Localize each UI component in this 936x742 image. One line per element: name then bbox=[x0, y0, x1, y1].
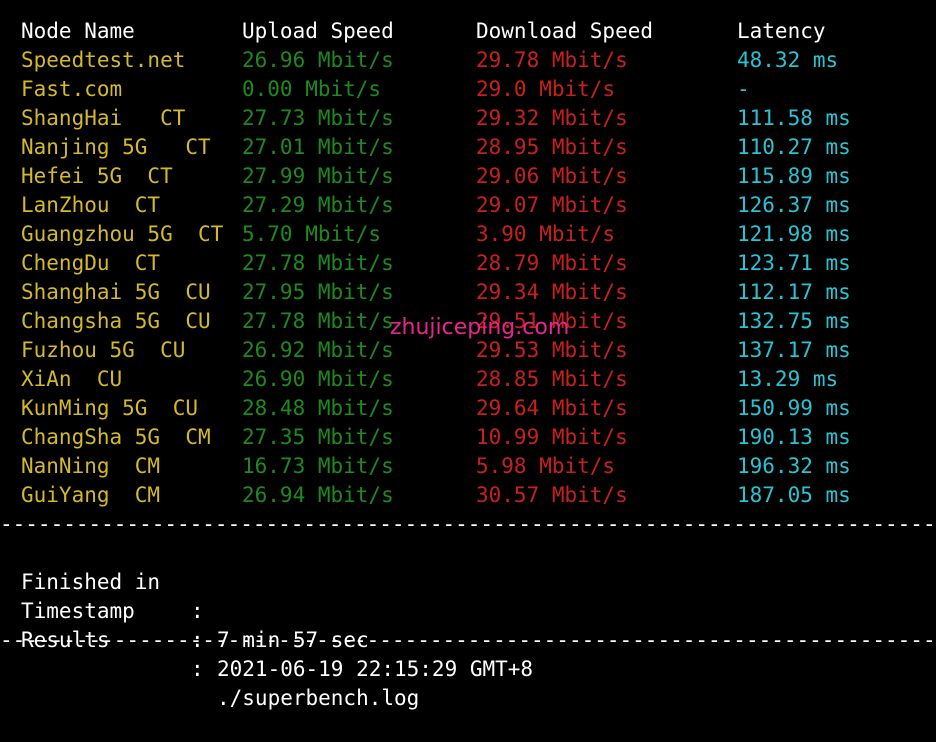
upload-speed-cell: 16.73 Mbit/s bbox=[242, 454, 394, 478]
download-speed-cell: 29.53 Mbit/s bbox=[476, 338, 628, 362]
results-separator: : bbox=[191, 657, 204, 681]
node-name-cell: Guangzhou 5G CT bbox=[21, 222, 224, 246]
node-name-cell: Hefei 5G CT bbox=[21, 164, 173, 188]
download-speed-cell: 29.32 Mbit/s bbox=[476, 106, 628, 130]
download-speed-cell: 30.57 Mbit/s bbox=[476, 483, 628, 507]
upload-speed-cell: 27.78 Mbit/s bbox=[242, 251, 394, 275]
latency-cell: 111.58 ms bbox=[737, 106, 851, 130]
node-name-cell: ChangSha 5G CM bbox=[21, 425, 211, 449]
node-name-cell: ShangHai CT bbox=[21, 106, 186, 130]
download-speed-cell: 28.79 Mbit/s bbox=[476, 251, 628, 275]
node-name-cell: Changsha 5G CU bbox=[21, 309, 211, 333]
upload-speed-cell: 27.78 Mbit/s bbox=[242, 309, 394, 333]
download-speed-cell: 10.99 Mbit/s bbox=[476, 425, 628, 449]
latency-cell: 123.71 ms bbox=[737, 251, 851, 275]
upload-speed-cell: 27.73 Mbit/s bbox=[242, 106, 394, 130]
latency-cell: 150.99 ms bbox=[737, 396, 851, 420]
download-speed-cell: 28.95 Mbit/s bbox=[476, 135, 628, 159]
watermark: zhujiceping.com bbox=[390, 315, 570, 340]
results-value: ./superbench.log bbox=[217, 686, 420, 710]
latency-cell: 110.27 ms bbox=[737, 135, 851, 159]
upload-speed-cell: 26.92 Mbit/s bbox=[242, 338, 394, 362]
finished-separator: : bbox=[191, 599, 204, 623]
node-name-cell: Fast.com bbox=[21, 77, 123, 101]
terminal-window: Node Name Upload Speed Download Speed La… bbox=[0, 0, 936, 710]
node-name-cell: ChengDu CT bbox=[21, 251, 161, 275]
latency-cell: 115.89 ms bbox=[737, 164, 851, 188]
node-name-cell: Fuzhou 5G CU bbox=[21, 338, 186, 362]
upload-speed-cell: 0.00 Mbit/s bbox=[242, 77, 382, 101]
node-name-cell: Nanjing 5G CT bbox=[21, 135, 211, 159]
latency-cell: 196.32 ms bbox=[737, 454, 851, 478]
upload-speed-cell: 26.94 Mbit/s bbox=[242, 483, 394, 507]
node-name-cell: Speedtest.net bbox=[21, 48, 186, 72]
latency-cell: 126.37 ms bbox=[737, 193, 851, 217]
table-header: Node Name Upload Speed Download Speed La… bbox=[0, 17, 826, 46]
upload-speed-cell: 26.96 Mbit/s bbox=[242, 48, 394, 72]
upload-speed-cell: 27.35 Mbit/s bbox=[242, 425, 394, 449]
summary-results: Results : ./superbench.log bbox=[21, 597, 419, 710]
summary-finished: Finished in : 7 min 57 sec bbox=[21, 539, 369, 652]
upload-speed-cell: 27.99 Mbit/s bbox=[242, 164, 394, 188]
latency-cell: 137.17 ms bbox=[737, 338, 851, 362]
upload-speed-cell: 27.95 Mbit/s bbox=[242, 280, 394, 304]
upload-speed-cell: 26.90 Mbit/s bbox=[242, 367, 394, 391]
latency-cell: 187.05 ms bbox=[737, 483, 851, 507]
node-name-cell: KunMing 5G CU bbox=[21, 396, 199, 420]
upload-speed-cell: 5.70 Mbit/s bbox=[242, 222, 382, 246]
upload-speed-cell: 27.01 Mbit/s bbox=[242, 135, 394, 159]
upload-speed-cell: 28.48 Mbit/s bbox=[242, 396, 394, 420]
download-speed-cell: 29.07 Mbit/s bbox=[476, 193, 628, 217]
download-speed-cell: 29.78 Mbit/s bbox=[476, 48, 628, 72]
latency-cell: 121.98 ms bbox=[737, 222, 851, 246]
download-speed-cell: 29.0 Mbit/s bbox=[476, 77, 616, 101]
divider-bottom: ----------------------------------------… bbox=[0, 628, 936, 652]
node-name-cell: LanZhou CT bbox=[21, 193, 161, 217]
latency-cell: - bbox=[737, 77, 750, 101]
download-speed-cell: 29.06 Mbit/s bbox=[476, 164, 628, 188]
latency-cell: 132.75 ms bbox=[737, 309, 851, 333]
node-name-cell: GuiYang CM bbox=[21, 483, 161, 507]
node-name-cell: Shanghai 5G CU bbox=[21, 280, 211, 304]
header-latency: Latency bbox=[737, 19, 826, 43]
summary-timestamp: Timestamp : 2021-06-19 22:15:29 GMT+8 bbox=[21, 568, 533, 681]
header-upload-speed: Upload Speed bbox=[242, 19, 394, 43]
download-speed-cell: 5.98 Mbit/s bbox=[476, 454, 616, 478]
node-name-cell: XiAn CU bbox=[21, 367, 123, 391]
header-node-name: Node Name bbox=[21, 19, 135, 43]
upload-speed-cell: 27.29 Mbit/s bbox=[242, 193, 394, 217]
divider-top: ----------------------------------------… bbox=[0, 512, 936, 536]
download-speed-cell: 29.64 Mbit/s bbox=[476, 396, 628, 420]
node-name-cell: NanNing CM bbox=[21, 454, 161, 478]
download-speed-cell: 29.34 Mbit/s bbox=[476, 280, 628, 304]
latency-cell: 13.29 ms bbox=[737, 367, 839, 391]
latency-cell: 190.13 ms bbox=[737, 425, 851, 449]
header-download-speed: Download Speed bbox=[476, 19, 654, 43]
latency-cell: 112.17 ms bbox=[737, 280, 851, 304]
timestamp-value: 2021-06-19 22:15:29 GMT+8 bbox=[217, 657, 534, 681]
download-speed-cell: 3.90 Mbit/s bbox=[476, 222, 616, 246]
latency-cell: 48.32 ms bbox=[737, 48, 839, 72]
download-speed-cell: 28.85 Mbit/s bbox=[476, 367, 628, 391]
